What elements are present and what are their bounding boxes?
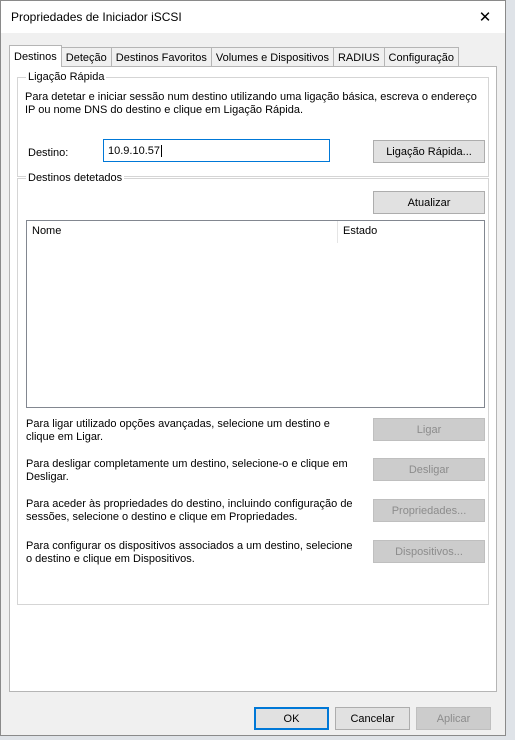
tab-strip: Destinos Deteção Destinos Favoritos Volu… <box>9 45 459 67</box>
ok-button[interactable]: OK <box>254 707 329 730</box>
quick-connect-description: Para detetar e iniciar sessão num destin… <box>25 91 477 116</box>
tab-detecao[interactable]: Deteção <box>60 47 112 67</box>
targets-list[interactable]: Nome Estado <box>26 220 485 408</box>
target-label: Destino: <box>28 147 69 159</box>
tab-panel-destinos: Ligação Rápida Para detetar e iniciar se… <box>9 66 497 692</box>
discovered-targets-legend: Destinos detetados <box>26 172 125 184</box>
quick-connect-button[interactable]: Ligação Rápida... <box>373 140 485 163</box>
refresh-button[interactable]: Atualizar <box>373 191 485 214</box>
iscsi-properties-dialog: Propriedades de Iniciador iSCSI ✕ Destin… <box>0 0 506 736</box>
column-divider[interactable] <box>337 221 338 243</box>
properties-description: Para aceder às propriedades do destino, … <box>26 498 353 523</box>
devices-description: Para configurar os dispositivos associad… <box>26 540 353 565</box>
column-header-name[interactable]: Nome <box>32 225 61 237</box>
connect-description: Para ligar utilizado opções avançadas, s… <box>26 418 330 443</box>
tab-destinos-favoritos[interactable]: Destinos Favoritos <box>110 47 212 67</box>
title-bar: Propriedades de Iniciador iSCSI ✕ <box>1 1 505 33</box>
target-input-value: 10.9.10.57 <box>108 144 160 157</box>
tab-radius[interactable]: RADIUS <box>332 47 385 67</box>
cancel-button[interactable]: Cancelar <box>335 707 410 730</box>
text-caret <box>161 144 162 157</box>
tab-configuracao[interactable]: Configuração <box>383 47 459 67</box>
properties-button[interactable]: Propriedades... <box>373 499 485 522</box>
connect-button[interactable]: Ligar <box>373 418 485 441</box>
discovered-targets-group: Destinos detetados Atualizar Nome Estado… <box>17 172 489 605</box>
close-icon[interactable]: ✕ <box>465 1 505 33</box>
target-input[interactable]: 10.9.10.57 <box>103 139 330 162</box>
disconnect-button[interactable]: Desligar <box>373 458 485 481</box>
column-header-status[interactable]: Estado <box>343 225 377 237</box>
window-title: Propriedades de Iniciador iSCSI <box>11 10 182 24</box>
quick-connect-legend: Ligação Rápida <box>26 71 107 83</box>
tab-destinos[interactable]: Destinos <box>9 45 62 67</box>
disconnect-description: Para desligar completamente um destino, … <box>26 458 348 483</box>
apply-button[interactable]: Aplicar <box>416 707 491 730</box>
quick-connect-group: Ligação Rápida Para detetar e iniciar se… <box>17 71 489 177</box>
devices-button[interactable]: Dispositivos... <box>373 540 485 563</box>
tab-volumes-dispositivos[interactable]: Volumes e Dispositivos <box>210 47 334 67</box>
